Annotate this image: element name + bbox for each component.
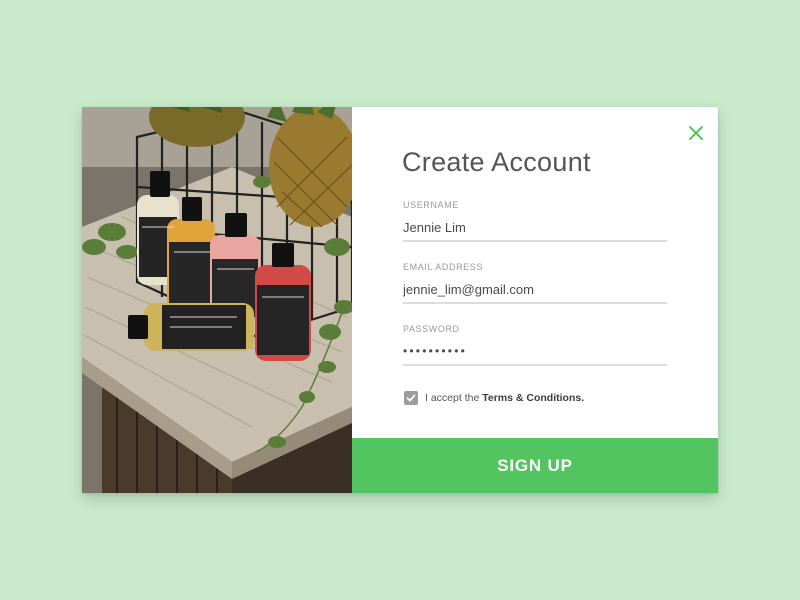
password-field-group: PASSWORD	[403, 324, 667, 366]
signup-card: Create Account USERNAME EMAIL ADDRESS PA…	[82, 107, 718, 493]
username-label: USERNAME	[403, 200, 459, 210]
terms-link[interactable]: Terms & Conditions.	[482, 392, 584, 404]
close-icon	[689, 126, 703, 140]
terms-row: I accept the Terms & Conditions.	[404, 391, 584, 405]
terms-prefix: I accept the	[425, 392, 480, 404]
username-input[interactable]	[403, 215, 667, 242]
hero-photo	[82, 107, 352, 493]
username-field-group: USERNAME	[403, 200, 667, 242]
form-panel: Create Account USERNAME EMAIL ADDRESS PA…	[352, 107, 718, 493]
page-title: Create Account	[402, 147, 591, 177]
check-icon	[406, 394, 416, 402]
email-label: EMAIL ADDRESS	[403, 262, 483, 272]
email-input[interactable]	[403, 277, 667, 304]
terms-checkbox[interactable]	[404, 391, 418, 405]
close-button[interactable]	[686, 123, 706, 143]
password-label: PASSWORD	[403, 324, 460, 334]
sign-up-button[interactable]: SIGN UP	[352, 438, 718, 493]
email-field-group: EMAIL ADDRESS	[403, 262, 667, 304]
password-input[interactable]	[403, 339, 667, 366]
